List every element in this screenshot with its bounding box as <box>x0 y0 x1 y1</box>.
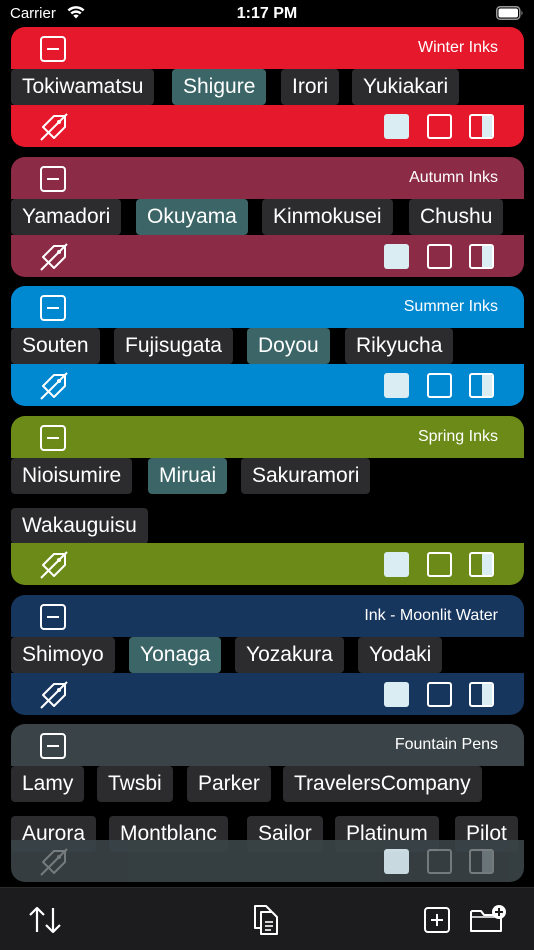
empty-square-icon[interactable] <box>427 244 452 269</box>
group-card: Autumn Inks Yamadori Okuyama Kinmokusei … <box>11 157 524 277</box>
tag-chip[interactable]: Yodaki <box>358 637 443 673</box>
group-header[interactable]: Winter Inks <box>11 27 524 69</box>
minus-square-icon[interactable] <box>40 733 66 759</box>
minus-square-icon[interactable] <box>40 604 66 630</box>
bottom-toolbar <box>0 887 534 950</box>
tag-chip[interactable]: Sakuramori <box>241 458 371 494</box>
tag-chip[interactable]: Fujisugata <box>114 328 233 364</box>
tag-list: Yamadori Okuyama Kinmokusei Chushu <box>11 199 524 235</box>
minus-square-icon[interactable] <box>40 295 66 321</box>
group-footer <box>11 673 524 715</box>
tag-slash-icon[interactable] <box>38 241 70 273</box>
tag-chip[interactable]: Parker <box>187 766 271 802</box>
group-card: Summer Inks Souten Fujisugata Doyou Riky… <box>11 286 524 406</box>
group-footer <box>11 840 524 882</box>
tag-chip[interactable]: Doyou <box>247 328 330 364</box>
half-square-icon[interactable] <box>469 244 494 269</box>
tag-chip[interactable]: Shimoyo <box>11 637 115 673</box>
tag-chip[interactable]: Yukiakari <box>352 69 460 105</box>
tag-chip[interactable]: Yamadori <box>11 199 122 235</box>
group-title: Fountain Pens <box>394 736 498 753</box>
tag-slash-icon[interactable] <box>38 549 70 581</box>
group-card: Spring Inks Nioisumire Miruai Sakuramori… <box>11 416 524 585</box>
group-header[interactable]: Ink - Moonlit Water <box>11 595 524 637</box>
groups-list[interactable]: Winter Inks Tokiwamatsu Shigure Irori Yu… <box>0 27 534 887</box>
tag-chip[interactable]: Yozakura <box>235 637 344 673</box>
minus-square-icon[interactable] <box>40 425 66 451</box>
half-square-icon[interactable] <box>469 849 494 874</box>
empty-square-icon[interactable] <box>427 114 452 139</box>
empty-square-icon[interactable] <box>427 682 452 707</box>
tag-chip[interactable]: Chushu <box>409 199 504 235</box>
group-footer <box>11 105 524 147</box>
tag-chip[interactable]: TravelersCompany <box>283 766 482 802</box>
empty-square-icon[interactable] <box>427 552 452 577</box>
tag-list: Tokiwamatsu Shigure Irori Yukiakari <box>11 69 524 105</box>
tag-chip[interactable]: Miruai <box>148 458 228 494</box>
tag-list: Souten Fujisugata Doyou Rikyucha <box>11 328 524 364</box>
tag-slash-icon[interactable] <box>38 846 70 878</box>
tag-chip[interactable]: Wakauguisu <box>11 508 148 544</box>
half-square-icon[interactable] <box>469 114 494 139</box>
group-title: Ink - Moonlit Water <box>364 607 498 624</box>
group-header[interactable]: Spring Inks <box>11 416 524 458</box>
copy-documents-icon[interactable] <box>246 900 286 940</box>
empty-square-icon[interactable] <box>427 373 452 398</box>
tag-list: Nioisumire Miruai Sakuramori Wakauguisu <box>11 458 524 544</box>
filled-square-icon[interactable] <box>384 682 409 707</box>
group-title: Autumn Inks <box>409 169 498 186</box>
group-title: Spring Inks <box>417 428 498 445</box>
group-card: Fountain Pens Lamy Twsbi Parker Traveler… <box>11 724 524 882</box>
group-footer <box>11 364 524 406</box>
folder-plus-icon[interactable] <box>468 900 508 940</box>
battery-icon <box>496 6 524 25</box>
tag-list: Shimoyo Yonaga Yozakura Yodaki <box>11 637 524 673</box>
group-header[interactable]: Summer Inks <box>11 286 524 328</box>
tag-chip[interactable]: Shigure <box>172 69 267 105</box>
group-header[interactable]: Fountain Pens <box>11 724 524 766</box>
group-card: Ink - Moonlit Water Shimoyo Yonaga Yozak… <box>11 595 524 715</box>
plus-square-icon[interactable] <box>417 900 457 940</box>
status-bar: Carrier 1:17 PM <box>0 0 534 28</box>
tag-chip[interactable]: Lamy <box>11 766 85 802</box>
group-header[interactable]: Autumn Inks <box>11 157 524 199</box>
filled-square-icon[interactable] <box>384 114 409 139</box>
tag-slash-icon[interactable] <box>38 370 70 402</box>
tag-chip[interactable]: Nioisumire <box>11 458 133 494</box>
tag-slash-icon[interactable] <box>38 679 70 711</box>
group-card: Winter Inks Tokiwamatsu Shigure Irori Yu… <box>11 27 524 147</box>
sort-arrows-icon[interactable] <box>25 900 65 940</box>
group-title: Winter Inks <box>417 39 498 56</box>
filled-square-icon[interactable] <box>384 849 409 874</box>
half-square-icon[interactable] <box>469 552 494 577</box>
half-square-icon[interactable] <box>469 682 494 707</box>
tag-chip[interactable]: Souten <box>11 328 100 364</box>
clock: 1:17 PM <box>236 5 298 22</box>
group-title: Summer Inks <box>403 298 498 315</box>
tag-chip[interactable]: Twsbi <box>97 766 173 802</box>
minus-square-icon[interactable] <box>40 166 66 192</box>
filled-square-icon[interactable] <box>384 552 409 577</box>
tag-chip[interactable]: Kinmokusei <box>262 199 393 235</box>
tag-chip[interactable]: Okuyama <box>136 199 248 235</box>
tag-chip[interactable]: Tokiwamatsu <box>11 69 155 105</box>
tag-chip[interactable]: Irori <box>281 69 340 105</box>
group-footer <box>11 543 524 585</box>
half-square-icon[interactable] <box>469 373 494 398</box>
tag-slash-icon[interactable] <box>38 111 70 143</box>
filled-square-icon[interactable] <box>384 373 409 398</box>
tag-chip[interactable]: Yonaga <box>129 637 222 673</box>
empty-square-icon[interactable] <box>427 849 452 874</box>
tag-chip[interactable]: Rikyucha <box>345 328 454 364</box>
group-footer <box>11 235 524 277</box>
filled-square-icon[interactable] <box>384 244 409 269</box>
minus-square-icon[interactable] <box>40 36 66 62</box>
